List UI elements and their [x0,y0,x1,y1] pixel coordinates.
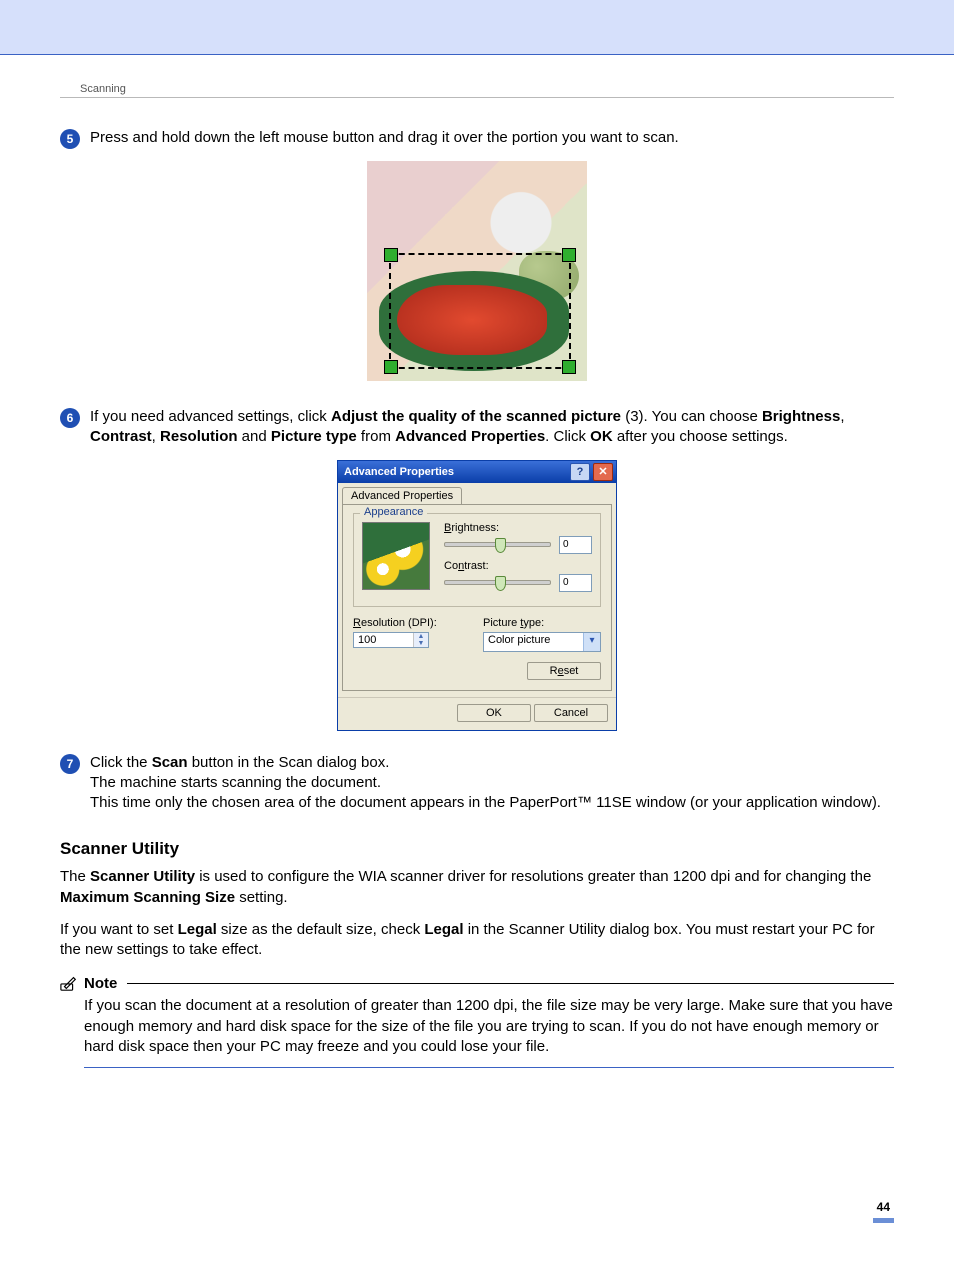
t: Resolution [160,428,238,445]
reset-button[interactable]: Reset [527,662,601,680]
t: Legal [178,921,217,938]
note-body: If you scan the document at a resolution… [84,996,894,1068]
step-number-5: 5 [60,129,80,149]
t: This time only the chosen area of the do… [90,794,881,811]
resolution-value[interactable]: 100 [354,633,413,647]
t: Scan [152,754,188,771]
t: If you need advanced settings, click [90,408,331,425]
picturetype-combo[interactable]: Color picture ▾ [483,632,601,652]
page-content: 2 Scanning 5 Press and hold down the lef… [0,55,954,1263]
spinner-down-icon[interactable]: ▼ [414,640,428,647]
appearance-thumbnail [362,522,430,590]
t: OK [590,428,613,445]
dialog-tabrow: Advanced Properties [338,483,616,504]
dialog-title: Advanced Properties [344,466,454,478]
page-number: 44 [873,1200,894,1223]
contrast-value[interactable]: 0 [559,574,592,592]
resize-handle-bottom-right[interactable] [562,360,576,374]
t: The machine starts scanning the document… [90,774,381,791]
note-label: Note [84,975,117,992]
dialog-titlebar[interactable]: Advanced Properties ? ✕ [338,461,616,483]
close-button[interactable]: ✕ [593,463,613,481]
t: Maximum Scanning Size [60,889,235,906]
breadcrumb-rule [60,97,894,98]
cancel-button[interactable]: Cancel [534,704,608,722]
resolution-spinner[interactable]: 100 ▲▼ [353,632,429,648]
t: Contrast [90,428,152,445]
dialog-footer: OK Cancel [338,697,616,730]
t: (3). You can choose [621,408,762,425]
step-number-6: 6 [60,408,80,428]
breadcrumb: Scanning [80,83,894,95]
selection-marquee[interactable] [389,253,571,369]
t: setting. [235,889,288,906]
contrast-knob[interactable] [495,576,506,591]
tab-advanced-properties[interactable]: Advanced Properties [342,487,462,504]
appearance-fieldset: Appearance Brightness: 0 Contrast: [353,513,601,607]
scanner-utility-heading: Scanner Utility [60,839,894,859]
t: . Click [545,428,590,445]
chevron-down-icon[interactable]: ▾ [583,633,600,651]
step-number-7: 7 [60,754,80,774]
step-5: 5 Press and hold down the left mouse but… [60,128,894,149]
step-7: 7 Click the Scan button in the Scan dial… [60,753,894,814]
t: from [357,428,395,445]
figure-advanced-properties: Advanced Properties ? ✕ Advanced Propert… [60,460,894,731]
top-banner [0,0,954,54]
t: Picture type [271,428,357,445]
advanced-properties-dialog: Advanced Properties ? ✕ Advanced Propert… [337,460,617,731]
step-6-text: If you need advanced settings, click Adj… [90,407,894,448]
step-6: 6 If you need advanced settings, click A… [60,407,894,448]
ok-button[interactable]: OK [457,704,531,722]
resize-handle-bottom-left[interactable] [384,360,398,374]
t: , [840,408,844,425]
note-pencil-icon [60,974,78,992]
note-rule [127,983,894,984]
t: If you want to set [60,921,178,938]
t: is used to configure the WIA scanner dri… [195,868,871,885]
brightness-slider[interactable] [444,542,551,547]
scan-preview-image [367,161,587,381]
appearance-legend: Appearance [360,506,427,518]
picturetype-value: Color picture [484,633,583,651]
brightness-knob[interactable] [495,538,506,553]
resize-handle-top-right[interactable] [562,248,576,262]
t: , [152,428,160,445]
t: The [60,868,90,885]
contrast-label: Contrast: [444,560,592,572]
scanner-utility-p2: If you want to set Legal size as the def… [60,920,894,961]
t: Click the [90,754,152,771]
dialog-tabpanel: Appearance Brightness: 0 Contrast: [342,504,612,691]
page-number-wrap: 44 [60,1198,894,1223]
resolution-label: Resolution (DPI): [353,617,471,629]
t: Legal [424,921,463,938]
spinner-up-icon[interactable]: ▲ [414,633,428,640]
t: Advanced Properties [395,428,545,445]
t: Scanner Utility [90,868,195,885]
t: after you choose settings. [613,428,788,445]
step-5-text: Press and hold down the left mouse butto… [90,128,894,148]
help-button[interactable]: ? [570,463,590,481]
brightness-label: Brightness: [444,522,592,534]
t: button in the Scan dialog box. [188,754,390,771]
note-heading: Note [60,974,894,992]
figure-selection-area [60,161,894,385]
t: Adjust the quality of the scanned pictur… [331,408,621,425]
contrast-slider[interactable] [444,580,551,585]
resize-handle-top-left[interactable] [384,248,398,262]
t: size as the default size, check [217,921,425,938]
picturetype-label: Picture type: [483,617,601,629]
t: Brightness [762,408,840,425]
t: and [238,428,271,445]
scanner-utility-p1: The Scanner Utility is used to configure… [60,867,894,908]
brightness-value[interactable]: 0 [559,536,592,554]
step-7-text: Click the Scan button in the Scan dialog… [90,753,894,814]
